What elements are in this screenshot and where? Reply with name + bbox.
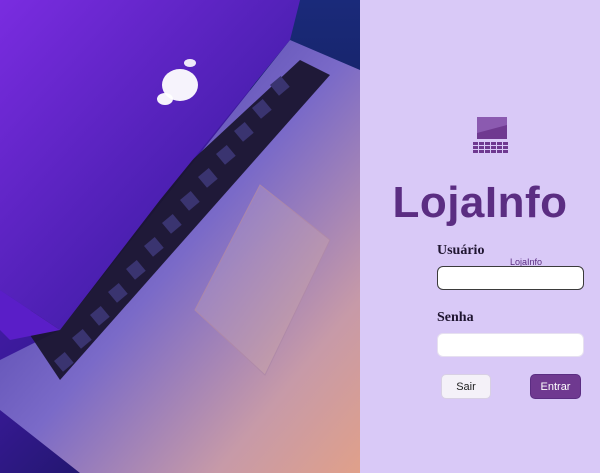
hero-laptop-image bbox=[0, 0, 360, 473]
username-input[interactable] bbox=[437, 266, 584, 290]
page-title: LojaInfo bbox=[392, 178, 568, 227]
login-panel: LojaInfo Loja de informática LojaInfo Us… bbox=[360, 0, 600, 473]
username-label: Usuário bbox=[437, 243, 485, 258]
exit-button[interactable]: Sair bbox=[441, 374, 491, 399]
password-label: Senha bbox=[437, 310, 474, 325]
password-input[interactable] bbox=[437, 333, 584, 357]
login-button[interactable]: Entrar bbox=[530, 374, 581, 399]
brand-logo: LojaInfo Loja de informática bbox=[473, 115, 545, 271]
laptop-illustration bbox=[0, 0, 360, 473]
laptop-building-icon bbox=[473, 117, 508, 153]
